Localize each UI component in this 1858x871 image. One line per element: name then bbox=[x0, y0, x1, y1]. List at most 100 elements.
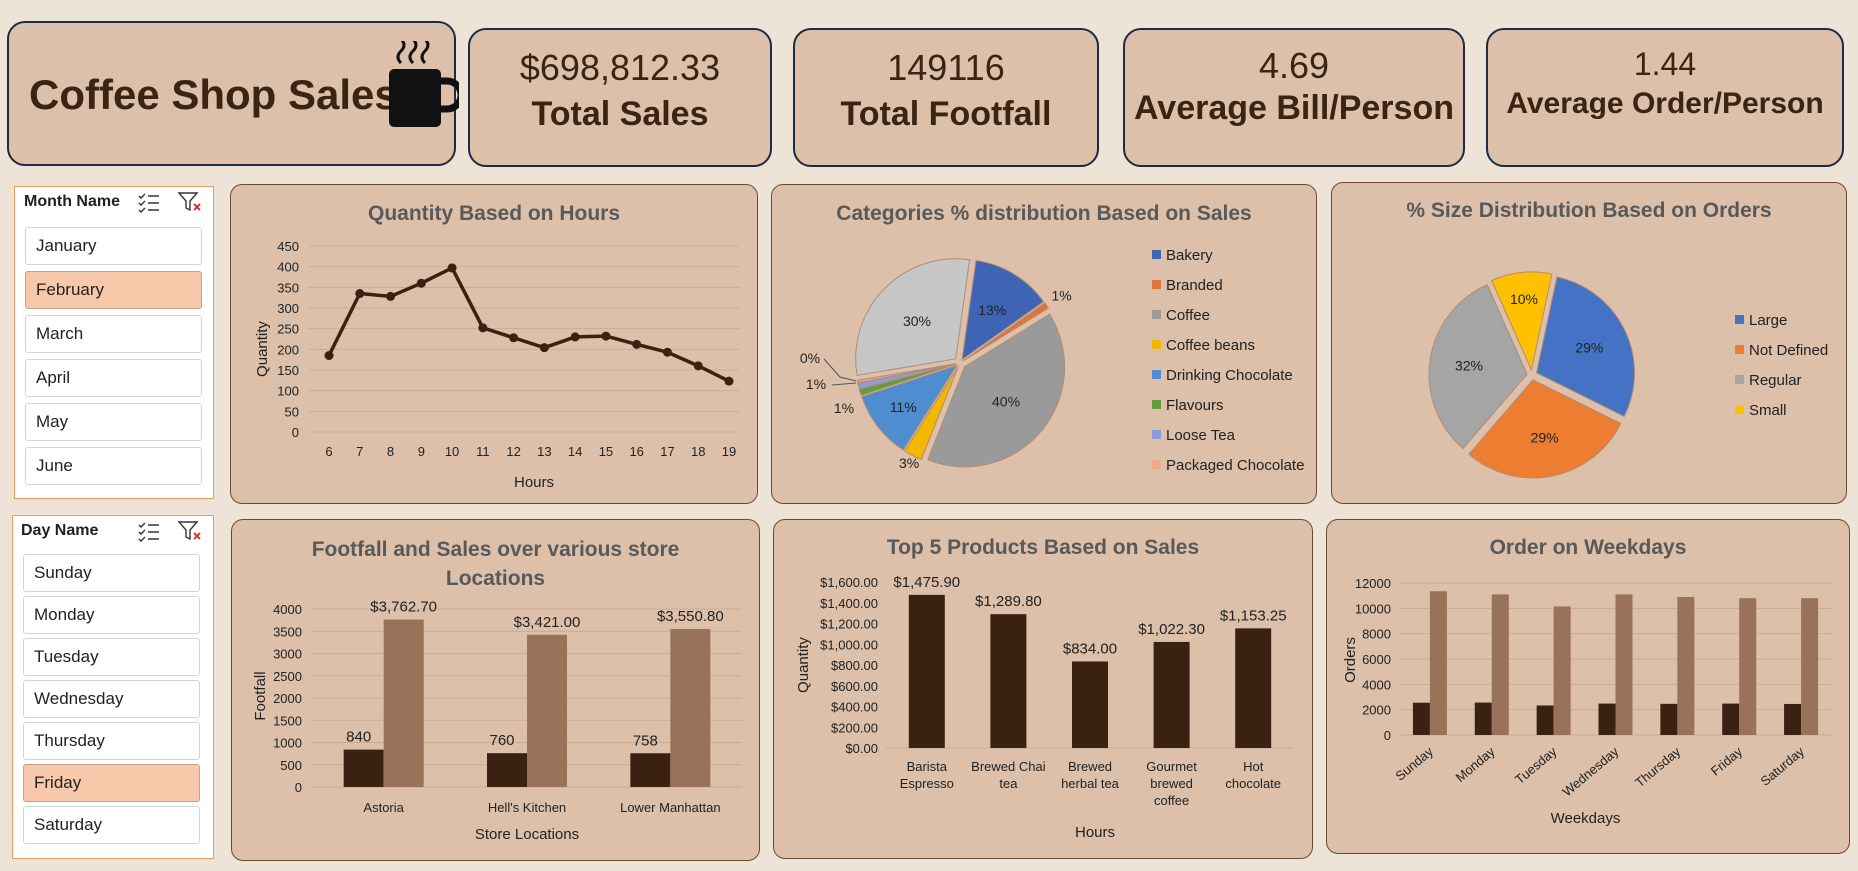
legend-label: Small bbox=[1749, 402, 1787, 419]
x-tick-label: 18 bbox=[691, 444, 705, 459]
y-tick-label: $0.00 bbox=[845, 741, 878, 756]
y-tick-label: 350 bbox=[277, 280, 299, 295]
multi-select-icon[interactable] bbox=[137, 191, 161, 213]
x-tick-label: 12 bbox=[506, 444, 520, 459]
y-tick-label: 250 bbox=[277, 322, 299, 337]
x-tick-label: 13 bbox=[537, 444, 551, 459]
legend-swatch bbox=[1152, 460, 1161, 469]
legend-swatch bbox=[1152, 280, 1161, 289]
pie-data-label: 10% bbox=[1510, 291, 1538, 307]
x-tick-label: Friday bbox=[1708, 743, 1746, 778]
y-tick-label: 2000 bbox=[1362, 703, 1391, 718]
x-tick-label: Monday bbox=[1453, 743, 1498, 785]
data-point bbox=[324, 351, 334, 361]
data-point bbox=[693, 361, 703, 371]
data-point bbox=[632, 339, 642, 349]
pie-data-label: 32% bbox=[1455, 358, 1483, 374]
y-tick-label: 200 bbox=[277, 342, 299, 357]
day-slicer-item-friday[interactable]: Friday bbox=[23, 764, 200, 802]
x-axis-title: Hours bbox=[514, 474, 554, 491]
pie-data-label: 3% bbox=[899, 455, 919, 471]
leader-line bbox=[823, 358, 857, 382]
bar bbox=[1615, 594, 1633, 735]
multi-select-icon[interactable] bbox=[137, 520, 161, 542]
day-slicer-item-saturday[interactable]: Saturday bbox=[23, 806, 200, 844]
x-tick-label: Barista bbox=[907, 759, 948, 774]
data-point bbox=[570, 332, 580, 342]
legend-swatch bbox=[1152, 340, 1161, 349]
day-slicer-item-sunday[interactable]: Sunday bbox=[23, 554, 200, 592]
legend-label: Flavours bbox=[1166, 397, 1224, 414]
bar bbox=[1801, 598, 1819, 735]
legend-swatch bbox=[1152, 430, 1161, 439]
bar-data-label: $3,550.80 bbox=[657, 608, 724, 625]
x-tick-label: Gourmet bbox=[1146, 759, 1197, 774]
data-point bbox=[447, 263, 457, 273]
x-tick-label: 16 bbox=[629, 444, 643, 459]
bar bbox=[670, 628, 711, 787]
y-tick-label: 450 bbox=[277, 239, 299, 254]
month-slicer-item-february[interactable]: February bbox=[25, 271, 202, 309]
bar bbox=[990, 614, 1027, 748]
x-tick-label: tea bbox=[999, 776, 1018, 791]
kpi-average-bill: 4.69 Average Bill/Person bbox=[1123, 28, 1465, 167]
legend-label: Coffee bbox=[1166, 307, 1210, 324]
x-tick-label: 11 bbox=[476, 444, 490, 459]
hours-line-chart: 0 50 100 150 200 250 300 350 400 450 6 7 8 9 10 11 12 13 1… bbox=[254, 239, 739, 491]
bar bbox=[1722, 703, 1740, 735]
legend-swatch bbox=[1735, 405, 1744, 414]
pie-data-label: 30% bbox=[903, 313, 931, 329]
kpi-total-sales-label: Total Sales bbox=[531, 95, 709, 133]
categories-chart-panel: Categories % distribution Based on Sales… bbox=[771, 184, 1317, 504]
stores-chart-panel: Footfall and Sales over various store Lo… bbox=[231, 519, 760, 861]
weekdays-bar-chart: 0 2000 4000 6000 8000 10000 12000 Sunday Monday T… bbox=[1342, 576, 1832, 827]
month-slicer-item-june[interactable]: June bbox=[25, 447, 202, 485]
day-slicer-item-wednesday[interactable]: Wednesday bbox=[23, 680, 200, 718]
day-slicer-title: Day Name bbox=[21, 522, 99, 539]
day-slicer-item-monday[interactable]: Monday bbox=[23, 596, 200, 634]
bar bbox=[630, 753, 671, 787]
legend-swatch bbox=[1152, 370, 1161, 379]
bar bbox=[1491, 594, 1509, 735]
kpi-total-footfall-label: Total Footfall bbox=[840, 95, 1052, 133]
month-slicer-item-january[interactable]: January bbox=[25, 227, 202, 265]
legend-label: Branded bbox=[1166, 277, 1223, 294]
sizes-chart-panel: % Size Distribution Based on Orders 29% 2… bbox=[1331, 182, 1847, 504]
y-tick-label: 4000 bbox=[273, 602, 302, 617]
bar bbox=[1677, 596, 1695, 735]
x-tick-label: 8 bbox=[387, 444, 394, 459]
month-slicer-item-april[interactable]: April bbox=[25, 359, 202, 397]
bar-data-label: $1,153.25 bbox=[1220, 607, 1287, 624]
y-axis-title: Quantity bbox=[795, 637, 812, 693]
legend-label: Regular bbox=[1749, 372, 1802, 389]
data-point bbox=[478, 323, 488, 333]
bar bbox=[1153, 641, 1190, 748]
kpi-average-bill-value: 4.69 bbox=[1258, 45, 1330, 86]
x-tick-label: Astoria bbox=[363, 800, 404, 815]
bar bbox=[1598, 703, 1616, 735]
y-tick-label: 1000 bbox=[273, 736, 302, 751]
y-tick-label: 500 bbox=[280, 758, 302, 773]
y-tick-label: $1,400.00 bbox=[820, 596, 878, 611]
kpi-total-sales: $698,812.33 Total Sales bbox=[468, 28, 772, 167]
x-tick-label: Brewed bbox=[1068, 759, 1112, 774]
day-slicer-item-thursday[interactable]: Thursday bbox=[23, 722, 200, 760]
y-tick-label: $1,000.00 bbox=[820, 637, 878, 652]
clear-filter-icon[interactable] bbox=[177, 191, 203, 213]
clear-filter-icon[interactable] bbox=[177, 520, 203, 542]
day-slicer-item-tuesday[interactable]: Tuesday bbox=[23, 638, 200, 676]
month-slicer: Month Name January February March April May J… bbox=[14, 186, 214, 499]
data-point bbox=[416, 278, 426, 288]
month-slicer-item-march[interactable]: March bbox=[25, 315, 202, 353]
y-axis-title: Orders bbox=[1342, 637, 1359, 683]
bar bbox=[1072, 661, 1108, 748]
x-tick-label: Hell's Kitchen bbox=[488, 800, 566, 815]
bar bbox=[1660, 703, 1678, 735]
month-slicer-item-may[interactable]: May bbox=[25, 403, 202, 441]
leader-line bbox=[831, 382, 857, 386]
legend-swatch bbox=[1152, 310, 1161, 319]
coffee-mug-icon bbox=[389, 41, 459, 127]
x-tick-label: Saturday bbox=[1757, 743, 1807, 788]
x-tick-label: herbal tea bbox=[1061, 776, 1120, 791]
x-tick-label: 14 bbox=[568, 444, 582, 459]
